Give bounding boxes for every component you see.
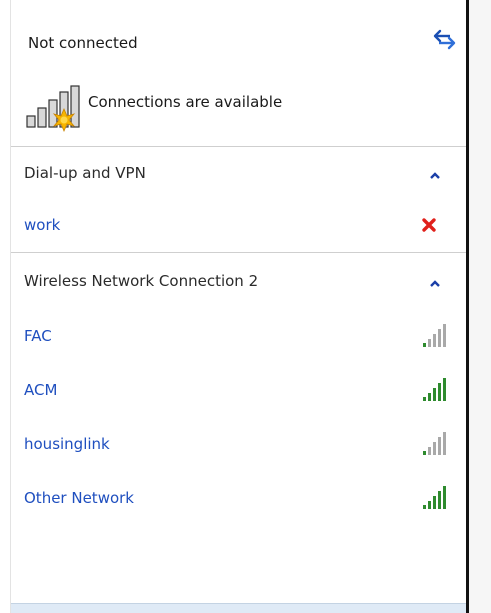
refresh-arrows-icon [433, 29, 456, 50]
collapse-wireless-button[interactable] [427, 276, 443, 290]
connections-available-text: Connections are available [88, 93, 283, 111]
refresh-button[interactable] [430, 27, 460, 51]
network-item-work[interactable]: work [11, 210, 466, 244]
section-divider [11, 252, 466, 253]
section-divider [11, 146, 466, 147]
network-name: housinglink [24, 435, 110, 453]
connection-status-title: Not connected [28, 34, 138, 52]
signal-weak-icon [423, 324, 446, 347]
connections-available-icon [26, 85, 80, 132]
footer-bar [11, 603, 466, 613]
network-item-housinglink[interactable]: housinglink [11, 429, 466, 463]
network-item-other-network[interactable]: Other Network [11, 483, 466, 517]
chevron-up-icon [430, 280, 440, 287]
network-name: Other Network [24, 489, 134, 507]
section-title-wireless: Wireless Network Connection 2 [24, 272, 259, 290]
chevron-up-icon [430, 172, 440, 179]
signal-strong-icon [423, 378, 446, 401]
network-name: work [24, 216, 61, 234]
disconnect-x-icon [422, 218, 436, 232]
network-name: FAC [24, 327, 52, 345]
network-flyout: Not connected Connections are available … [10, 0, 469, 613]
signal-strong-icon [423, 486, 446, 509]
network-name: ACM [24, 381, 58, 399]
network-item-fac[interactable]: FAC [11, 321, 466, 355]
signal-weak-icon [423, 432, 446, 455]
network-item-acm[interactable]: ACM [11, 375, 466, 409]
collapse-dialup-vpn-button[interactable] [427, 168, 443, 182]
section-title-dialup-vpn: Dial-up and VPN [24, 164, 146, 182]
background-window-edge [469, 0, 491, 613]
